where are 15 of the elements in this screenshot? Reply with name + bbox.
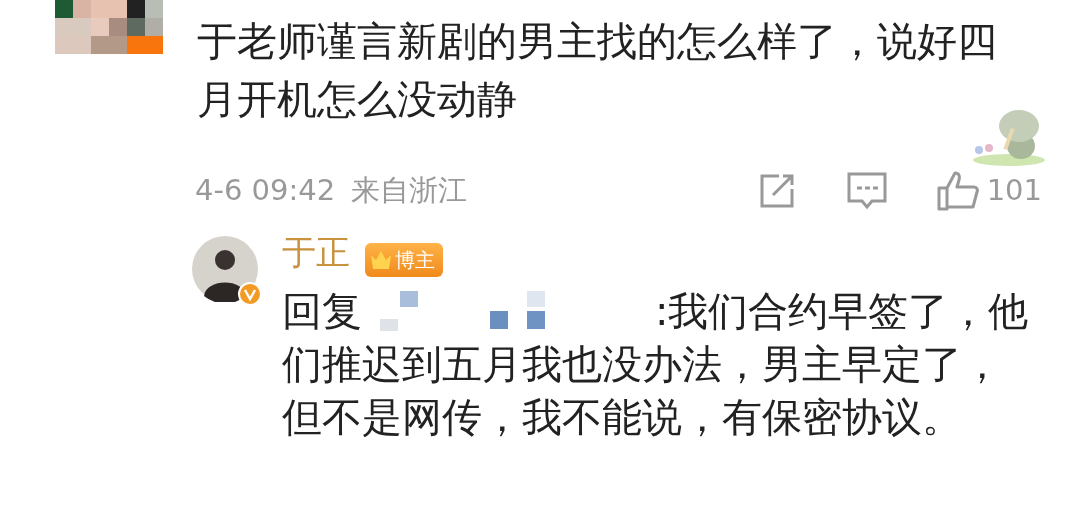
comment-icon[interactable] — [846, 172, 887, 210]
like-icon[interactable] — [936, 171, 979, 211]
reply-text: :我们合约早签了，他 — [655, 286, 1029, 336]
avatar — [192, 236, 258, 302]
location-text: 来自浙江 — [351, 172, 468, 210]
blogger-badge: 博主 — [365, 242, 444, 277]
reply-prefix: 回复 — [282, 286, 362, 336]
reply-text: 但不是网传，我不能说，有保密协议。 — [282, 392, 962, 442]
timestamp: 4-6 09:42 — [195, 172, 336, 210]
comment-text: 于老师谨言新剧的男主找的怎么样了，说好四 — [197, 17, 997, 66]
comment-text: 月开机怎么没动静 — [197, 75, 517, 124]
reply-text: 们推迟到五月我也没办法，男主早定了， — [282, 339, 1002, 389]
share-icon[interactable] — [758, 173, 797, 209]
author-name[interactable]: 于正 — [282, 232, 350, 272]
like-count: 101 — [986, 172, 1042, 210]
